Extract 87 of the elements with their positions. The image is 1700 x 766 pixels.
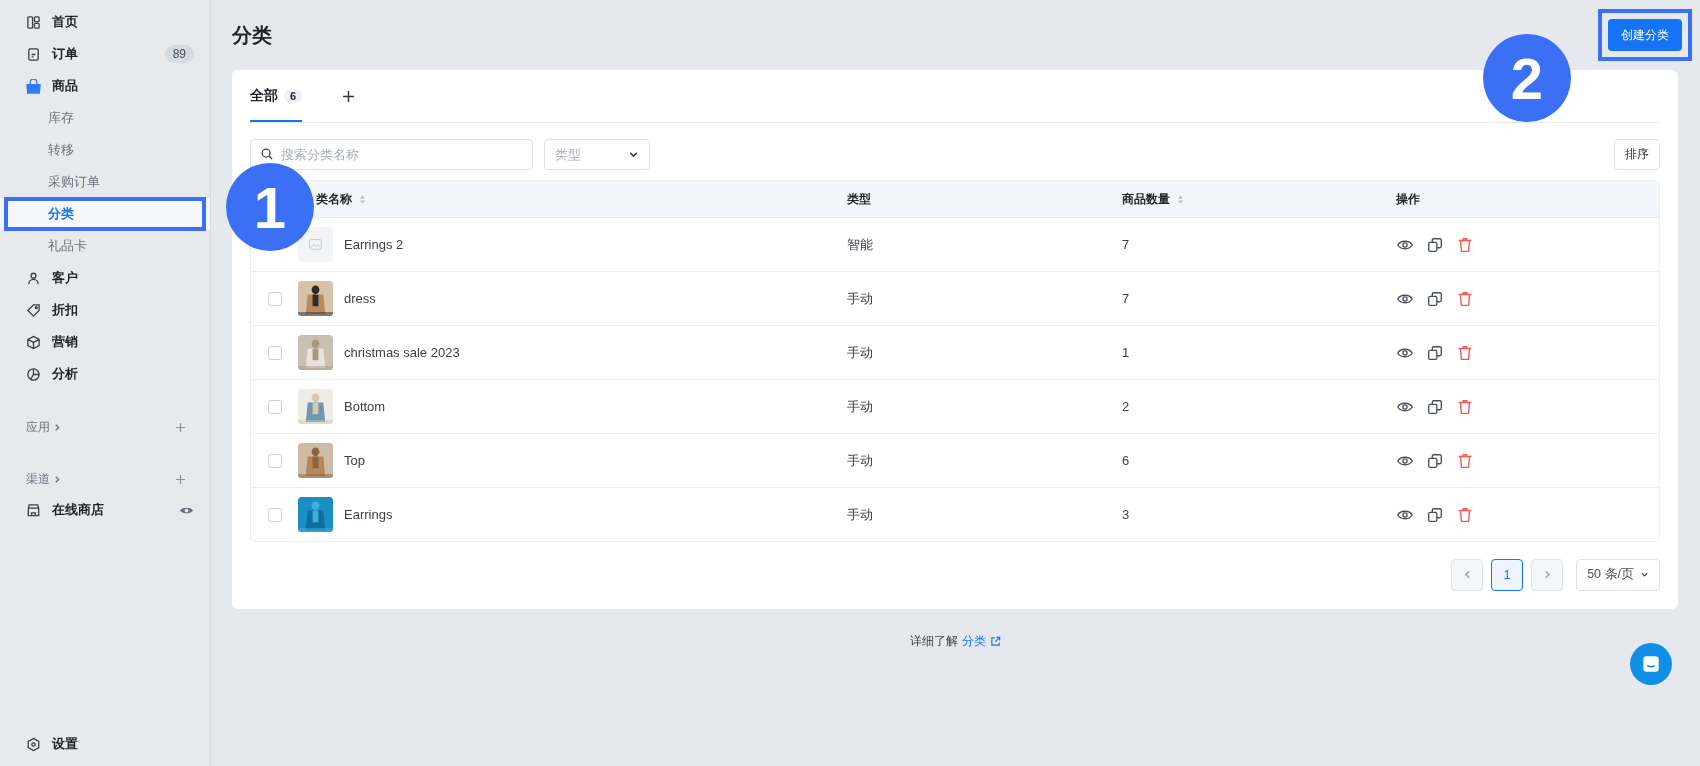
table-cell: 手动 bbox=[847, 452, 873, 468]
section-label[interactable]: 渠道 bbox=[26, 470, 50, 488]
help-link[interactable]: 分类 bbox=[961, 633, 986, 650]
page-button[interactable]: 1 bbox=[1491, 558, 1524, 591]
table-cell: 6 bbox=[1122, 453, 1130, 468]
search-field[interactable]: 搜索分类名称 bbox=[250, 139, 533, 170]
table-cell: 手动 bbox=[847, 344, 873, 360]
step-marker: 2 bbox=[1483, 34, 1571, 122]
copy-icon[interactable] bbox=[1426, 289, 1444, 308]
category-name[interactable]: Top bbox=[344, 453, 365, 468]
help-text: 详细了解 bbox=[909, 633, 958, 650]
chevron-right-icon bbox=[53, 474, 62, 484]
nav-item[interactable]: 订单 89 bbox=[0, 38, 210, 70]
category-name[interactable]: Earrings 2 bbox=[344, 237, 404, 252]
tag-icon bbox=[26, 302, 41, 318]
caret-icon bbox=[1640, 570, 1649, 579]
person-icon bbox=[26, 270, 41, 286]
row-checkbox[interactable] bbox=[267, 507, 282, 522]
image-placeholder-icon bbox=[298, 227, 333, 262]
column-header: 操作 bbox=[1396, 190, 1420, 208]
nav-subitem[interactable]: 分类 bbox=[0, 198, 210, 230]
delete-icon[interactable] bbox=[1456, 451, 1474, 470]
nav-subitem[interactable]: 采购订单 bbox=[0, 166, 210, 198]
nav-item[interactable]: 分析 bbox=[0, 358, 210, 390]
chat-icon bbox=[1640, 653, 1662, 675]
row-checkbox[interactable] bbox=[267, 291, 282, 306]
category-name[interactable]: dress bbox=[344, 291, 376, 306]
plus-icon[interactable] bbox=[342, 89, 356, 103]
copy-icon[interactable] bbox=[1426, 235, 1444, 254]
category-name[interactable]: christmas sale 2023 bbox=[344, 345, 460, 360]
nav-item[interactable]: 商品 bbox=[0, 70, 210, 102]
sort-icon bbox=[1177, 193, 1184, 205]
delete-icon[interactable] bbox=[1456, 505, 1474, 524]
count-badge: 6 bbox=[284, 89, 303, 103]
chat-button[interactable] bbox=[1630, 643, 1672, 685]
bag-icon bbox=[26, 78, 41, 94]
nav-subitem[interactable]: 库存 bbox=[0, 102, 210, 134]
table-cell: 手动 bbox=[847, 506, 873, 522]
table-cell: 7 bbox=[1122, 237, 1130, 252]
table-cell: 手动 bbox=[847, 398, 873, 414]
nav-item[interactable]: 客户 bbox=[0, 262, 210, 294]
row-checkbox[interactable] bbox=[267, 453, 282, 468]
store-icon bbox=[26, 502, 41, 518]
external-link-icon[interactable] bbox=[989, 636, 1001, 647]
table-cell: 1 bbox=[1122, 345, 1130, 360]
cube-icon bbox=[26, 334, 41, 350]
create-button[interactable]: 创建分类 bbox=[1608, 19, 1682, 51]
order-icon bbox=[26, 46, 41, 62]
sort-button[interactable]: 排序 bbox=[1614, 139, 1660, 170]
nav-item[interactable]: 首页 bbox=[0, 6, 210, 38]
delete-icon[interactable] bbox=[1456, 397, 1474, 416]
row-checkbox[interactable] bbox=[267, 399, 282, 414]
delete-icon[interactable] bbox=[1456, 289, 1474, 308]
category-name[interactable]: Earrings bbox=[344, 507, 393, 522]
nav-item[interactable]: 在线商店 bbox=[0, 494, 210, 526]
copy-icon[interactable] bbox=[1426, 397, 1444, 416]
nav-item[interactable]: 折扣 bbox=[0, 294, 210, 326]
table-cell: 智能 bbox=[847, 236, 873, 252]
sortable-column-header[interactable]: 类名称 bbox=[316, 190, 366, 208]
copy-icon[interactable] bbox=[1426, 451, 1444, 470]
column-header: 类型 bbox=[847, 190, 871, 208]
delete-icon[interactable] bbox=[1456, 235, 1474, 254]
sort-icon bbox=[359, 193, 366, 205]
page-size-dropdown[interactable]: 50 条/页 bbox=[1576, 558, 1660, 591]
dashboard-icon bbox=[26, 14, 41, 30]
settings-icon bbox=[26, 736, 41, 752]
search-icon bbox=[260, 147, 274, 161]
row-checkbox[interactable] bbox=[267, 345, 282, 360]
table-cell: 2 bbox=[1122, 399, 1130, 414]
nav-subitem[interactable]: 礼品卡 bbox=[0, 230, 210, 262]
copy-icon[interactable] bbox=[1426, 343, 1444, 362]
nav-item[interactable]: 营销 bbox=[0, 326, 210, 358]
pie-icon bbox=[26, 366, 41, 382]
delete-icon[interactable] bbox=[1456, 343, 1474, 362]
table-cell: 7 bbox=[1122, 291, 1130, 306]
section-label[interactable]: 应用 bbox=[26, 418, 50, 436]
tab[interactable]: 全部 6 bbox=[250, 70, 303, 122]
count-badge: 89 bbox=[164, 45, 194, 63]
page-title: 分类 bbox=[232, 22, 272, 48]
chevron-right-icon bbox=[53, 422, 62, 432]
table-cell: 3 bbox=[1122, 507, 1130, 522]
nav-subitem[interactable]: 转移 bbox=[0, 134, 210, 166]
nav-item[interactable]: 设置 bbox=[0, 728, 210, 760]
sortable-column-header[interactable]: 商品数量 bbox=[1122, 190, 1184, 208]
table-cell: 手动 bbox=[847, 290, 873, 306]
category-name[interactable]: Bottom bbox=[344, 399, 386, 414]
copy-icon[interactable] bbox=[1426, 505, 1444, 524]
